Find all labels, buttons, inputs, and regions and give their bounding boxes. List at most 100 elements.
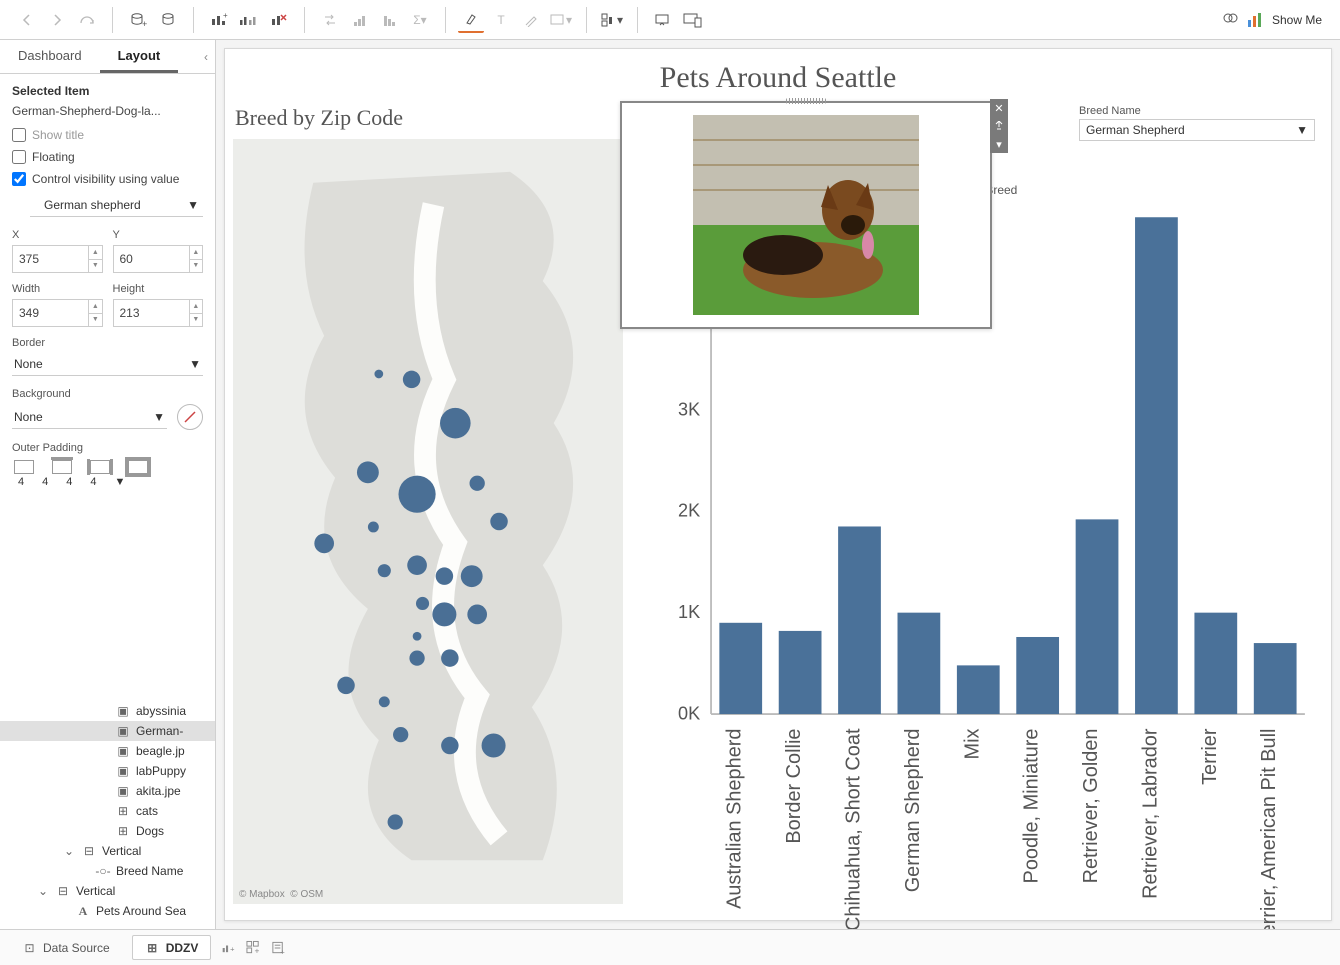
svg-text:+: +: [281, 947, 286, 955]
tree-item[interactable]: ▣akita.jpe: [0, 781, 215, 801]
pad-sides-icon[interactable]: [90, 460, 110, 474]
chevron-down-icon: ⌄: [36, 884, 50, 898]
svg-text:1K: 1K: [678, 602, 700, 622]
highlight-button[interactable]: [458, 7, 484, 33]
show-title-checkbox[interactable]: [12, 128, 26, 142]
svg-text:German Shepherd: German Shepherd: [902, 729, 924, 893]
new-data-button[interactable]: +: [125, 7, 151, 33]
chevron-down-icon: ▼: [189, 357, 201, 371]
annotate-button[interactable]: [518, 7, 544, 33]
breed-filter-select[interactable]: German Shepherd ▼: [1079, 119, 1315, 141]
show-me-button[interactable]: Show Me: [1212, 11, 1332, 29]
chevron-down-icon[interactable]: ▼: [115, 476, 126, 488]
pad-top-icon[interactable]: [52, 460, 72, 474]
new-story-tab[interactable]: +: [271, 940, 286, 955]
undo-redo-button[interactable]: [74, 7, 100, 33]
show-title-label: Show title: [32, 128, 84, 142]
svg-text:Mix: Mix: [961, 728, 983, 759]
drag-grip-icon[interactable]: [786, 98, 826, 104]
fit-button[interactable]: ▾: [548, 7, 574, 33]
floating-label: Floating: [32, 150, 75, 164]
datasource-icon: ⊡: [22, 940, 37, 955]
forward-button[interactable]: [44, 7, 70, 33]
control-visibility-checkbox[interactable]: [12, 172, 26, 186]
sort-desc-button[interactable]: [377, 7, 403, 33]
height-label: Height: [113, 283, 204, 295]
close-icon[interactable]: ✕: [990, 99, 1008, 117]
height-input[interactable]: ▲▼: [113, 299, 204, 327]
svg-text:Retriever, Labrador: Retriever, Labrador: [1139, 728, 1161, 899]
data-source-tab[interactable]: ⊡Data Source: [10, 936, 122, 959]
svg-text:Terrier, American Pit Bull: Terrier, American Pit Bull: [1258, 729, 1280, 929]
refresh-data-button[interactable]: [155, 7, 181, 33]
svg-text:3K: 3K: [678, 399, 700, 419]
new-worksheet-button[interactable]: +: [206, 7, 232, 33]
tree-item[interactable]: -○-Breed Name: [0, 861, 215, 881]
svg-text:Terrier: Terrier: [1199, 728, 1221, 785]
svg-text:+: +: [223, 11, 228, 20]
chevron-down-icon: ▼: [1296, 123, 1308, 137]
image-icon: ▣: [116, 724, 130, 738]
clear-sheet-button[interactable]: [266, 7, 292, 33]
dashboard-title: Pets Around Seattle: [225, 49, 1331, 99]
back-button[interactable]: [14, 7, 40, 33]
tab-layout[interactable]: Layout: [100, 40, 179, 73]
item-hierarchy-tree: ▣abyssinia ▣German- ▣beagle.jp ▣labPuppy…: [0, 697, 215, 929]
duplicate-sheet-button[interactable]: [236, 7, 262, 33]
side-panel: Dashboard Layout ‹ Selected Item German-…: [0, 40, 216, 929]
more-icon[interactable]: ▾: [990, 135, 1008, 153]
svg-text:+: +: [142, 19, 147, 29]
selected-item-heading: Selected Item: [12, 84, 203, 98]
tree-item[interactable]: ⌄⊟Vertical: [0, 841, 215, 861]
visibility-param-select[interactable]: German shepherd ▼: [30, 194, 203, 217]
background-color-picker[interactable]: [177, 404, 203, 430]
worksheet-icon: ⊞: [116, 804, 130, 818]
floating-checkbox[interactable]: [12, 150, 26, 164]
show-me-icon: [1246, 11, 1264, 29]
outer-padding-label: Outer Padding: [12, 442, 203, 454]
tree-item[interactable]: ▣labPuppy: [0, 761, 215, 781]
floating-image-object[interactable]: ✕ ▾: [620, 101, 992, 329]
side-tabs: Dashboard Layout ‹: [0, 40, 215, 74]
tree-item-selected[interactable]: ▣German-: [0, 721, 215, 741]
device-preview-button[interactable]: [680, 7, 706, 33]
float-controls: ✕ ▾: [990, 99, 1008, 153]
new-worksheet-tab[interactable]: +: [221, 940, 236, 955]
background-select[interactable]: None▼: [12, 406, 167, 429]
width-input[interactable]: ▲▼: [12, 299, 103, 327]
tree-item[interactable]: ⌄⊟Vertical: [0, 881, 215, 901]
sort-asc-button[interactable]: [347, 7, 373, 33]
pin-icon[interactable]: [990, 117, 1008, 135]
tree-item[interactable]: ⊞Dogs: [0, 821, 215, 841]
y-input[interactable]: ▲▼: [113, 245, 204, 273]
svg-text:0K: 0K: [678, 703, 700, 723]
tree-item[interactable]: ▣beagle.jp: [0, 741, 215, 761]
svg-text:Poodle, Miniature: Poodle, Miniature: [1021, 729, 1043, 884]
workspace: Pets Around Seattle ✕ ▾: [216, 40, 1340, 929]
control-visibility-label: Control visibility using value: [32, 172, 179, 186]
pad-all-icon[interactable]: [128, 460, 148, 474]
pad-left-icon[interactable]: [14, 460, 34, 474]
map-viz[interactable]: © Mapbox © OSM: [233, 139, 623, 904]
tree-item[interactable]: ⊞cats: [0, 801, 215, 821]
x-input[interactable]: ▲▼: [12, 245, 103, 273]
sheet-tab-active[interactable]: ⊞DDZV: [132, 935, 212, 960]
tree-item[interactable]: APets Around Sea: [0, 901, 215, 921]
collapse-panel-button[interactable]: ‹: [197, 40, 215, 73]
show-cards-button[interactable]: ▾: [599, 7, 625, 33]
presentation-button[interactable]: [650, 7, 676, 33]
svg-text:+: +: [231, 944, 236, 953]
swap-button[interactable]: [317, 7, 343, 33]
padding-icons[interactable]: [14, 460, 203, 474]
find-icon: [1222, 12, 1238, 28]
tab-dashboard[interactable]: Dashboard: [0, 40, 100, 73]
text-label-button[interactable]: T: [488, 7, 514, 33]
tree-item[interactable]: ▣abyssinia: [0, 701, 215, 721]
padding-values: 4 4 4 4 ▼: [12, 476, 203, 488]
svg-text:Chihuahua, Short Coat: Chihuahua, Short Coat: [843, 728, 865, 929]
dashboard-canvas[interactable]: Pets Around Seattle ✕ ▾: [224, 48, 1332, 921]
new-dashboard-tab[interactable]: +: [246, 940, 261, 955]
svg-text:2K: 2K: [678, 501, 700, 521]
border-select[interactable]: None▼: [12, 353, 203, 376]
totals-button[interactable]: Σ▾: [407, 7, 433, 33]
